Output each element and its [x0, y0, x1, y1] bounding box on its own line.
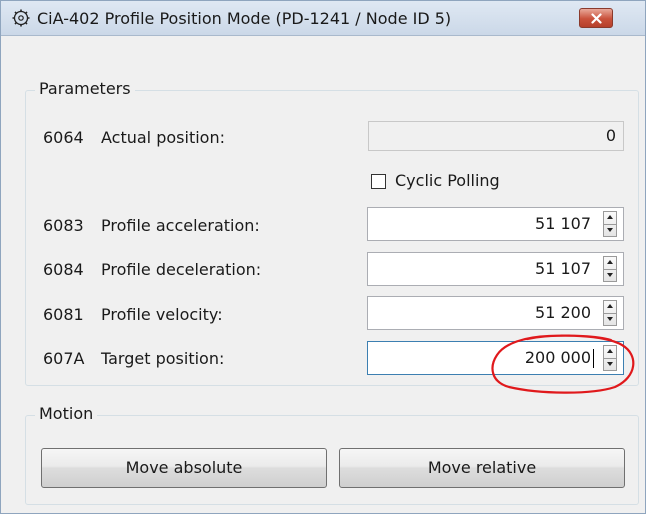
profile-velocity-stepper[interactable] [603, 300, 617, 326]
close-button[interactable] [579, 8, 613, 28]
cyclic-polling-label[interactable]: Cyclic Polling [395, 171, 500, 190]
title-bar[interactable]: CiA-402 Profile Position Mode (PD-1241 /… [1, 1, 645, 36]
profile-acceleration-text: Profile acceleration: [101, 216, 260, 235]
close-icon [591, 13, 602, 24]
parameters-group-label: Parameters [35, 79, 135, 98]
profile-velocity-code: 6081 [43, 305, 84, 324]
target-position-label: 607A Target position: [43, 349, 224, 368]
profile-deceleration-label: 6084 Profile deceleration: [43, 260, 261, 279]
stepper-up-icon[interactable] [607, 260, 613, 264]
profile-velocity-input[interactable]: 51 200 [367, 296, 624, 330]
stepper-down-icon[interactable] [607, 317, 613, 321]
target-position-text: Target position: [101, 349, 225, 368]
stepper-down-icon[interactable] [607, 273, 613, 277]
profile-acceleration-input[interactable]: 51 107 [367, 207, 624, 241]
profile-deceleration-code: 6084 [43, 260, 84, 279]
gear-icon [11, 8, 31, 28]
profile-acceleration-label: 6083 Profile acceleration: [43, 216, 260, 235]
annotation-circle [491, 334, 635, 394]
profile-deceleration-stepper[interactable] [603, 256, 617, 282]
stepper-up-icon[interactable] [607, 215, 613, 219]
move-absolute-button[interactable]: Move absolute [41, 448, 327, 488]
profile-deceleration-value: 51 107 [535, 259, 591, 278]
target-position-code: 607A [43, 349, 85, 368]
profile-acceleration-stepper[interactable] [603, 211, 617, 237]
dialog-window: CiA-402 Profile Position Mode (PD-1241 /… [0, 0, 646, 514]
actual-position-label: 6064 Actual position: [43, 128, 225, 147]
actual-position-code: 6064 [43, 128, 84, 147]
motion-group-label: Motion [35, 404, 98, 423]
profile-velocity-value: 51 200 [535, 303, 591, 322]
actual-position-text: Actual position: [101, 128, 225, 147]
stepper-up-icon[interactable] [607, 304, 613, 308]
move-relative-button[interactable]: Move relative [339, 448, 625, 488]
profile-velocity-label: 6081 Profile velocity: [43, 305, 223, 324]
profile-velocity-text: Profile velocity: [101, 305, 223, 324]
window-title: CiA-402 Profile Position Mode (PD-1241 /… [37, 9, 452, 28]
profile-deceleration-input[interactable]: 51 107 [367, 252, 624, 286]
profile-acceleration-code: 6083 [43, 216, 84, 235]
stepper-down-icon[interactable] [607, 228, 613, 232]
profile-deceleration-text: Profile deceleration: [101, 260, 262, 279]
actual-position-field: 0 [368, 121, 624, 151]
cyclic-polling-checkbox[interactable] [371, 174, 386, 189]
profile-acceleration-value: 51 107 [535, 214, 591, 233]
